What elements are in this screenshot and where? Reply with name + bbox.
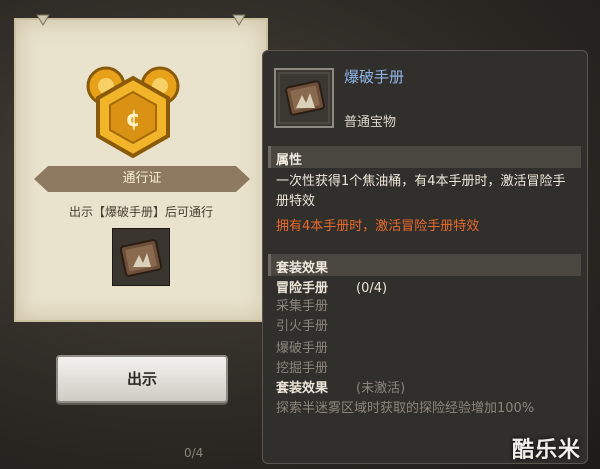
set-member: 挖掘手册: [276, 361, 329, 376]
effect-description: 探索半迷雾区域时获取的探险经验增加100%: [276, 401, 535, 416]
pass-paper-panel: ¢ 通行证 出示【爆破手册】后可通行: [14, 14, 268, 322]
attributes-header-bar: [268, 146, 581, 168]
blast-manual-icon: [119, 239, 163, 277]
set-effect-title: 套装效果: [276, 261, 329, 276]
item-icon: [274, 68, 334, 128]
set-count: (0/4): [356, 281, 388, 296]
attributes-text: 一次性获得1个焦油桶，有4本手册时，激活冒险手册特效: [276, 174, 566, 209]
blast-manual-icon: [274, 68, 334, 128]
background-counter: 0/4: [184, 446, 204, 460]
pass-title: 通行证: [122, 171, 162, 186]
set-member: 采集手册: [276, 299, 329, 314]
show-button[interactable]: 出示: [56, 355, 228, 403]
effect-label: 套装效果: [276, 381, 329, 396]
paper-pin-icon: [36, 14, 50, 26]
svg-text:¢: ¢: [125, 107, 140, 132]
item-type: 普通宝物: [344, 115, 397, 130]
paper-pin-icon: [232, 14, 246, 26]
watermark-logo: 酷乐米: [512, 438, 582, 463]
attributes-highlight: 拥有4本手册时，激活冒险手册特效: [276, 219, 480, 234]
set-member: 爆破手册: [276, 341, 329, 356]
attributes-title: 属性: [276, 153, 303, 168]
pass-requirement-text: 出示【爆破手册】后可通行: [68, 205, 213, 219]
effect-status: (未激活): [356, 381, 406, 396]
item-name: 爆破手册: [344, 68, 405, 86]
required-item-slot[interactable]: [112, 228, 170, 286]
set-member: 引火手册: [276, 319, 329, 334]
pass-medal-icon: ¢: [78, 58, 188, 162]
set-name: 冒险手册: [276, 281, 329, 296]
